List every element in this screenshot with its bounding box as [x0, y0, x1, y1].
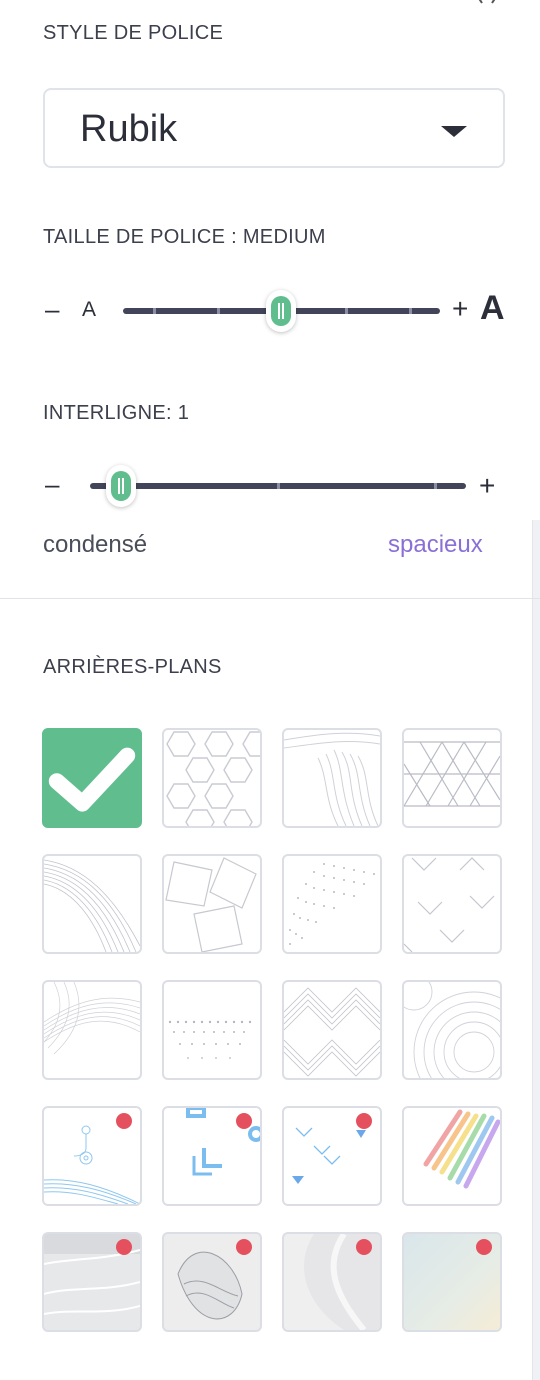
premium-badge: [356, 1113, 372, 1129]
background-tile-dot-wave[interactable]: [282, 854, 382, 954]
increase-line-height-plus-icon[interactable]: +: [479, 472, 495, 500]
decrease-line-height-minus-icon[interactable]: –: [45, 471, 59, 497]
section-divider: [0, 598, 540, 599]
line-tunnel-icon: [44, 982, 140, 1055]
rainbow-stripes-icon: [423, 1109, 500, 1189]
font-size-slider[interactable]: – A + A: [43, 289, 508, 334]
background-tile-hexagons[interactable]: [162, 728, 262, 828]
dot-perspective-icon: [168, 1020, 252, 1059]
background-tile-rainbow-stripes[interactable]: [402, 1106, 502, 1206]
track-tick: [277, 483, 280, 489]
track-tick: [153, 308, 156, 314]
line-height-slider[interactable]: – +: [43, 465, 508, 509]
line-height-label: INTERLIGNE: 1: [43, 402, 190, 424]
increase-font-size-label[interactable]: A: [480, 289, 505, 328]
background-tile-grey-waves[interactable]: [42, 1232, 142, 1332]
background-tile-leaf[interactable]: [162, 1232, 262, 1332]
font-style-label: STYLE DE POLICE: [43, 22, 224, 44]
zigzag-icon: [284, 987, 380, 1077]
background-tile-line-tunnel[interactable]: [42, 980, 142, 1080]
background-tile-pastel-gradient[interactable]: [402, 1232, 502, 1332]
rotated-squares-icon: [165, 857, 257, 952]
font-size-label: TAILLE DE POLICE : MEDIUM: [43, 226, 326, 248]
condensed-label: condensé: [43, 531, 148, 558]
background-tile-squares[interactable]: [162, 854, 262, 954]
chevron-down-icon: [441, 126, 467, 137]
background-tile-contour-lines[interactable]: [282, 728, 382, 828]
background-tile-curved-lines[interactable]: [42, 854, 142, 954]
spacious-label: spacieux: [388, 531, 483, 558]
circles-icon: [404, 982, 500, 1078]
track-tick: [345, 308, 348, 314]
triangle-grid-icon: [404, 741, 500, 807]
dot-wave-icon: [289, 863, 375, 945]
background-tile-soft-shape[interactable]: [282, 1232, 382, 1332]
decrease-font-size-minus-icon[interactable]: –: [45, 296, 59, 322]
background-tile-blue-circuit[interactable]: [42, 1106, 142, 1206]
check-icon: [48, 747, 136, 812]
decrease-font-size-label[interactable]: A: [82, 298, 96, 322]
line-height-thumb[interactable]: [106, 465, 136, 507]
track-tick: [217, 308, 220, 314]
chevrons-icon: [404, 857, 495, 952]
line-height-track[interactable]: [90, 483, 466, 489]
premium-badge: [236, 1113, 252, 1129]
premium-badge: [116, 1239, 132, 1255]
background-tile-dot-perspective[interactable]: [162, 980, 262, 1080]
track-tick: [434, 483, 437, 489]
background-tile-triangle-grid[interactable]: [402, 728, 502, 828]
curved-lines-icon: [44, 859, 140, 952]
scrollbar[interactable]: [532, 520, 540, 1380]
background-tile-circles[interactable]: [402, 980, 502, 1080]
background-tile-blue-shapes[interactable]: [162, 1106, 262, 1206]
contour-lines-icon: [284, 732, 380, 826]
hexagon-pattern-icon: [166, 731, 260, 826]
backgrounds-label: ARRIÈRES-PLANS: [43, 656, 222, 678]
background-tile-plain[interactable]: [42, 728, 142, 828]
premium-badge: [356, 1239, 372, 1255]
background-tile-blue-arrows[interactable]: [282, 1106, 382, 1206]
font-style-select[interactable]: Rubik: [43, 88, 505, 168]
background-tile-chevrons[interactable]: [402, 854, 502, 954]
track-tick: [409, 308, 412, 314]
premium-badge: [236, 1239, 252, 1255]
font-style-value: Rubik: [80, 108, 178, 150]
font-size-thumb[interactable]: [266, 290, 296, 332]
background-tile-zigzag[interactable]: [282, 980, 382, 1080]
increase-font-size-plus-icon[interactable]: +: [452, 295, 468, 323]
close-icon-edge: [476, 0, 498, 4]
premium-badge: [476, 1239, 492, 1255]
premium-badge: [116, 1113, 132, 1129]
